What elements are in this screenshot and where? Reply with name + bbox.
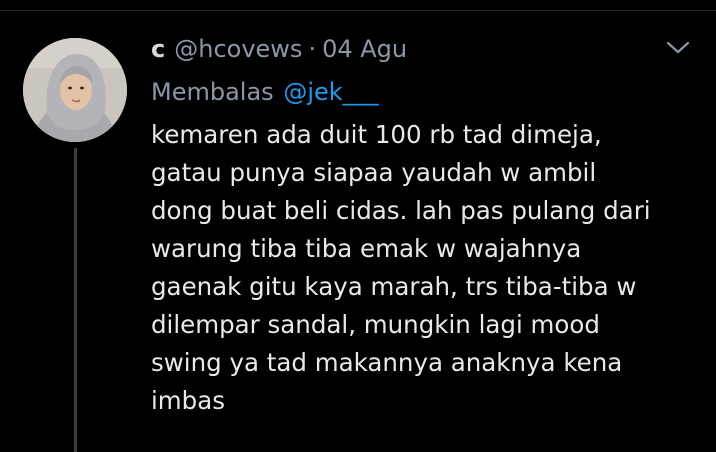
user-handle[interactable]: @hcovews	[174, 32, 302, 66]
tweet-text-line: imbas	[151, 386, 226, 415]
tweet-text-line: dong buat beli cidas. lah pas pulang dar…	[151, 196, 651, 225]
tweet-text-line: kemaren ada duit 100 rb tad dimeja,	[151, 120, 602, 149]
chevron-down-icon[interactable]	[665, 37, 691, 59]
tweet-text: kemaren ada duit 100 rb tad dimeja, gata…	[151, 116, 671, 420]
tweet-text-line: warung tiba tiba emak w wajahnya	[151, 234, 582, 263]
tweet-text-line: dilempar sandal, mungkin lagi mood	[151, 310, 600, 339]
tweet-text-line: gatau punya siapaa yaudah w ambil	[151, 158, 597, 187]
replying-prefix: Membalas	[151, 78, 274, 106]
avatar[interactable]	[23, 38, 127, 142]
mention-link[interactable]: @jek___	[283, 78, 378, 106]
separator-dot: ·	[308, 35, 317, 63]
thread-line	[74, 148, 77, 452]
avatar-image	[23, 38, 127, 142]
replying-to: Membalas @jek___	[151, 75, 379, 109]
tweet-header: c @hcovews · 04 Agu	[151, 32, 407, 66]
tweet-text-line: swing ya tad makannya anaknya kena	[151, 348, 623, 377]
tweet-date[interactable]: 04 Agu	[322, 32, 407, 66]
tweet-text-line: gaenak gitu kaya marah, trs tiba-tiba w	[151, 272, 637, 301]
display-name[interactable]: c	[151, 32, 165, 66]
tweet[interactable]: c @hcovews · 04 Agu Membalas @jek___ kem…	[0, 0, 716, 452]
